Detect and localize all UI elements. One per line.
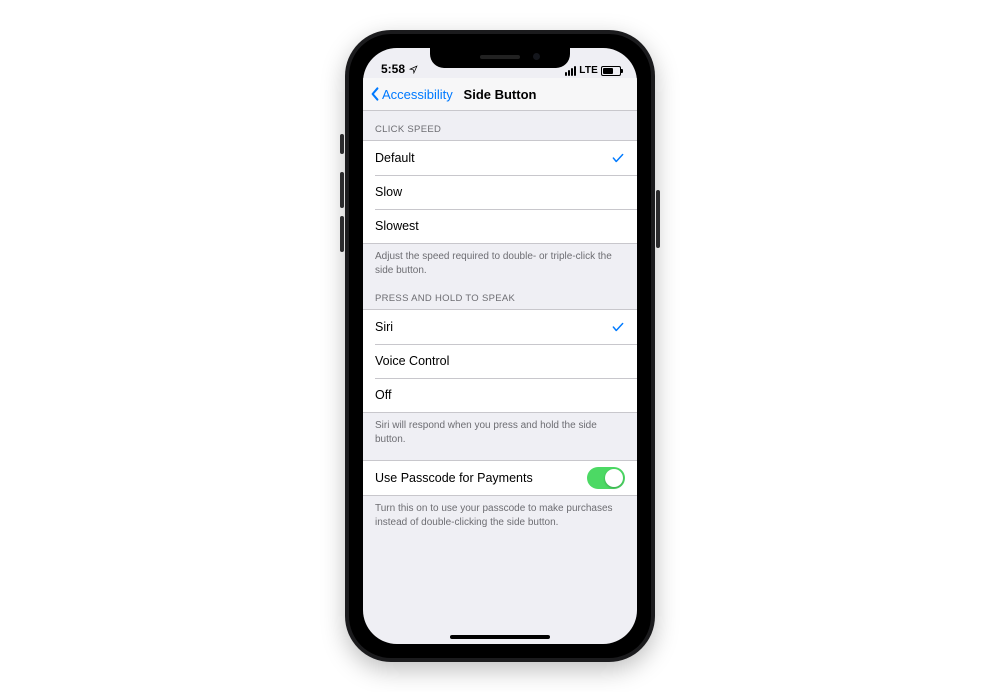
click-speed-option-slow[interactable]: Slow xyxy=(363,175,637,209)
location-icon xyxy=(409,65,418,74)
volume-up-button xyxy=(340,172,344,208)
content: CLICK SPEED Default Slow xyxy=(363,108,637,644)
status-bar: 5:58 LTE xyxy=(363,48,637,78)
check-icon xyxy=(611,151,625,165)
click-speed-group: Default Slow Slowest xyxy=(363,140,637,244)
press-hold-option-off[interactable]: Off xyxy=(363,378,637,412)
option-label: Slowest xyxy=(375,219,419,233)
back-label: Accessibility xyxy=(382,87,453,102)
network-label: LTE xyxy=(579,65,598,76)
click-speed-header: CLICK SPEED xyxy=(363,108,637,140)
nav-bar: Accessibility Side Button xyxy=(363,78,637,111)
page-title: Side Button xyxy=(464,87,537,102)
option-label: Voice Control xyxy=(375,354,449,368)
passcode-row[interactable]: Use Passcode for Payments xyxy=(363,461,637,495)
option-label: Off xyxy=(375,388,391,402)
check-icon xyxy=(611,320,625,334)
chevron-left-icon xyxy=(369,86,381,102)
click-speed-option-default[interactable]: Default xyxy=(363,141,637,175)
screen: 5:58 LTE Accessibility xyxy=(363,48,637,644)
option-label: Slow xyxy=(375,185,402,199)
click-speed-footer: Adjust the speed required to double- or … xyxy=(363,244,637,277)
click-speed-option-slowest[interactable]: Slowest xyxy=(363,209,637,243)
back-button[interactable]: Accessibility xyxy=(369,78,453,110)
passcode-toggle[interactable] xyxy=(587,467,625,489)
passcode-group: Use Passcode for Payments xyxy=(363,460,637,496)
passcode-footer: Turn this on to use your passcode to mak… xyxy=(363,496,637,529)
press-hold-option-voice-control[interactable]: Voice Control xyxy=(363,344,637,378)
press-hold-option-siri[interactable]: Siri xyxy=(363,310,637,344)
volume-down-button xyxy=(340,216,344,252)
battery-icon xyxy=(601,66,621,76)
home-indicator xyxy=(450,635,550,639)
signal-icon xyxy=(565,66,576,76)
mute-switch xyxy=(340,134,344,154)
phone-frame: 5:58 LTE Accessibility xyxy=(345,30,655,662)
option-label: Siri xyxy=(375,320,393,334)
press-hold-footer: Siri will respond when you press and hol… xyxy=(363,413,637,446)
press-hold-group: Siri Voice Control Off xyxy=(363,309,637,413)
status-time: 5:58 xyxy=(381,62,405,76)
press-hold-header: PRESS AND HOLD TO SPEAK xyxy=(363,277,637,309)
option-label: Default xyxy=(375,151,415,165)
side-button-hardware xyxy=(656,190,660,248)
passcode-label: Use Passcode for Payments xyxy=(375,471,533,485)
